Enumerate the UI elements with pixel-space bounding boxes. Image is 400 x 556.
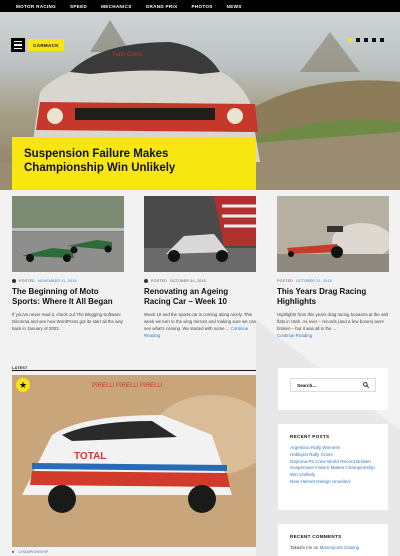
featured-star-icon: ★ (16, 378, 30, 392)
recent-comment-item: Takashi Irie on Motorsports Gaining (290, 545, 376, 550)
slide-dot-5[interactable] (380, 38, 384, 42)
search-input[interactable]: Search... (290, 378, 376, 392)
post-card-1: POSTED NOVEMBER 11, 2015 The Beginning o… (12, 196, 124, 332)
post-thumbnail-2[interactable] (144, 196, 256, 272)
formula-cars-image (12, 196, 124, 272)
latest-divider (12, 370, 256, 371)
svg-text:PIRELLI PIRELLI PIRELLI: PIRELLI PIRELLI PIRELLI (92, 383, 163, 389)
search-widget: Search... (278, 368, 388, 410)
comment-post-link[interactable]: Motorsports Gaining (320, 545, 360, 550)
nav-item-photos[interactable]: PHOTOS (191, 4, 212, 9)
post-thumbnail-3[interactable] (277, 196, 389, 272)
post-meta-prefix: POSTED (151, 279, 167, 283)
nav-item-mechanics[interactable]: MECHANICS (101, 4, 132, 9)
post-meta-prefix: POSTED (277, 279, 293, 283)
post-meta-3: POSTED OCTOBER 21, 2015 (277, 279, 389, 283)
vintage-racing-car-image (144, 196, 256, 272)
recent-posts-widget: RECENT POSTS Argentina Rally Winners! Ho… (278, 424, 388, 510)
latest-post-category[interactable]: CHAMPIONSHIP (18, 550, 48, 554)
post-excerpt-2: Week 10 and the sports car is coming alo… (144, 311, 256, 339)
recent-comments-title: RECENT COMMENTS (290, 534, 342, 539)
recent-post-link[interactable]: New Helmet Design Unveiled (290, 479, 376, 486)
site-logo[interactable]: CARMACK (28, 39, 64, 51)
top-navigation: MOTOR RACING SPEED MECHANICS GRAND PRIX … (0, 0, 400, 12)
clock-icon (144, 279, 148, 283)
clock-icon (12, 279, 16, 283)
latest-post-image[interactable]: TOTAL PIRELLI PIRELLI PIRELLI (12, 375, 256, 547)
rally-car-gravel-image: TOTAL PIRELLI PIRELLI PIRELLI (12, 375, 256, 547)
menu-toggle-button[interactable] (11, 38, 25, 52)
nav-item-motor-racing[interactable]: MOTOR RACING (16, 4, 56, 9)
post-title-2[interactable]: Renovating an Ageing Racing Car – Week 1… (144, 287, 256, 307)
post-card-3: POSTED OCTOBER 21, 2015 This Years Drag … (277, 196, 389, 339)
post-date-3[interactable]: OCTOBER 21, 2015 (296, 279, 332, 283)
recent-post-link[interactable]: Daytona Pit Crew World Record Broken (290, 459, 376, 466)
search-icon[interactable] (363, 382, 369, 388)
post-thumbnail-1[interactable] (12, 196, 124, 272)
post-excerpt-3: Highlights from this years drag racing b… (277, 311, 389, 339)
recent-post-link[interactable]: Argentina Rally Winners! (290, 445, 376, 452)
nav-item-news[interactable]: NEWS (227, 4, 242, 9)
slide-dot-1[interactable] (348, 38, 352, 42)
recent-post-link[interactable]: Suspension Failure Makes Championship Wi… (290, 465, 376, 479)
post-meta-1: POSTED NOVEMBER 11, 2015 (12, 279, 124, 283)
slide-dot-4[interactable] (372, 38, 376, 42)
post-meta-prefix: POSTED (19, 279, 35, 283)
svg-text:TOTAL: TOTAL (74, 451, 106, 462)
post-meta-2: POSTED OCTOBER 30, 2015 (144, 279, 256, 283)
nav-item-grand-prix[interactable]: GRAND PRIX (146, 4, 178, 9)
recent-posts-title: RECENT POSTS (290, 434, 330, 439)
recent-post-link[interactable]: Hobbyist Rally Cross (290, 452, 376, 459)
post-date-2[interactable]: OCTOBER 30, 2015 (170, 279, 206, 283)
post-excerpt-1: If you've never read it, check out The B… (12, 311, 124, 332)
post-title-1[interactable]: The Beginning of Moto Sports: Where It A… (12, 287, 124, 307)
latest-post-meta: ■ CHAMPIONSHIP (12, 550, 49, 554)
drag-racer-image (277, 196, 389, 272)
post-card-2: POSTED OCTOBER 30, 2015 Renovating an Ag… (144, 196, 256, 339)
comment-author[interactable]: Takashi Irie (290, 545, 312, 550)
search-placeholder: Search... (297, 382, 317, 388)
slider-pagination (348, 38, 384, 42)
continue-reading-link-3[interactable]: Continue Reading (277, 333, 312, 338)
recent-comments-widget: RECENT COMMENTS Takashi Irie on Motorspo… (278, 524, 388, 556)
post-date-1[interactable]: NOVEMBER 11, 2015 (38, 279, 77, 283)
post-title-3[interactable]: This Years Drag Racing Highlights (277, 287, 389, 307)
folder-icon: ■ (12, 550, 15, 554)
hero-title[interactable]: Suspension Failure Makes Championship Wi… (12, 137, 256, 190)
hero-banner[interactable]: Yaris Cross CARMACK Suspension Failure M… (0, 12, 400, 190)
post-excerpt-text-1: If you've never read it, check out The B… (12, 312, 123, 331)
comment-on: on (313, 545, 319, 550)
slide-dot-3[interactable] (364, 38, 368, 42)
nav-item-speed[interactable]: SPEED (70, 4, 87, 9)
svg-text:Yaris Cross: Yaris Cross (112, 52, 143, 58)
post-excerpt-text-3: Highlights from this years drag racing b… (277, 312, 388, 331)
slide-dot-2[interactable] (356, 38, 360, 42)
